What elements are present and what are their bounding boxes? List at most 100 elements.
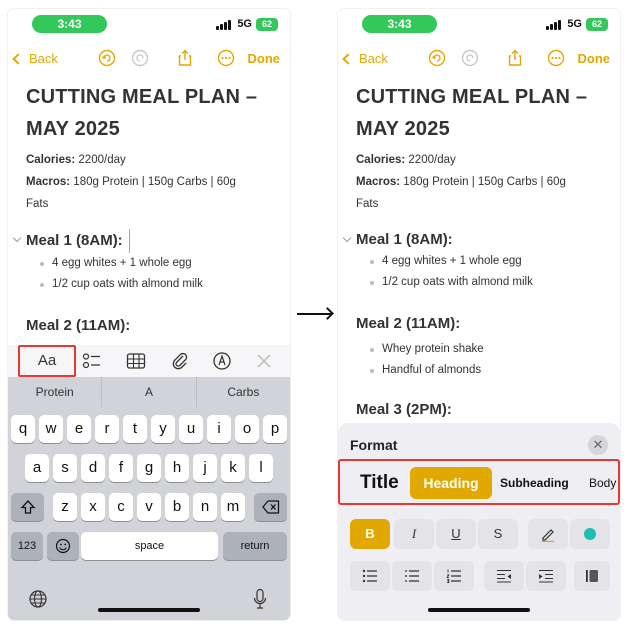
- transition-arrow: [297, 313, 331, 315]
- key-u[interactable]: u: [179, 415, 203, 443]
- close-format-button[interactable]: ✕: [588, 435, 608, 455]
- signal-icon: [546, 20, 561, 30]
- chevron-left-icon: [342, 52, 354, 65]
- attachment-icon[interactable]: [170, 351, 190, 371]
- style-body-button[interactable]: Body: [589, 467, 616, 499]
- share-icon[interactable]: [176, 49, 194, 67]
- key-f[interactable]: f: [109, 454, 133, 482]
- note-body[interactable]: CUTTING MEAL PLAN – MAY 2025 Calories: 22…: [12, 81, 280, 337]
- key-j[interactable]: j: [193, 454, 217, 482]
- key-c[interactable]: c: [109, 493, 133, 521]
- share-icon[interactable]: [506, 49, 524, 67]
- key-k[interactable]: k: [221, 454, 245, 482]
- microphone-icon[interactable]: [252, 588, 268, 610]
- key-z[interactable]: z: [53, 493, 77, 521]
- key-l[interactable]: l: [249, 454, 273, 482]
- key-x[interactable]: x: [81, 493, 105, 521]
- redo-icon[interactable]: [131, 49, 149, 67]
- key-e[interactable]: e: [67, 415, 91, 443]
- bullet-list-icon: [362, 569, 377, 583]
- numbered-list-button[interactable]: [434, 561, 474, 591]
- calories-line: Calories: 2200/day: [26, 154, 126, 166]
- key-m[interactable]: m: [221, 493, 245, 521]
- suggestion-item[interactable]: Carbs: [197, 377, 290, 407]
- key-w[interactable]: w: [39, 415, 63, 443]
- collapse-chevron-icon[interactable]: [342, 233, 352, 243]
- markup-icon[interactable]: [212, 351, 232, 371]
- comparison-stage: 3:43 5G 62 Back Done CUTTING MEAL PLAN –…: [0, 0, 628, 628]
- style-title-button[interactable]: Title: [360, 467, 399, 499]
- key-y[interactable]: y: [151, 415, 175, 443]
- block-quote-icon: [586, 570, 598, 582]
- strikethrough-button[interactable]: S: [478, 519, 518, 549]
- key-i[interactable]: i: [207, 415, 231, 443]
- network-label: 5G: [567, 18, 582, 30]
- redo-icon[interactable]: [461, 49, 479, 67]
- undo-icon[interactable]: [428, 49, 446, 67]
- note-body[interactable]: CUTTING MEAL PLAN – MAY 2025 Calories: 22…: [342, 81, 610, 421]
- outdent-button[interactable]: [484, 561, 524, 591]
- signal-icon: [216, 20, 231, 30]
- checklist-icon[interactable]: [82, 351, 102, 371]
- bold-button[interactable]: B: [350, 519, 390, 549]
- keyboard: Protein A Carbs q w e r t y u i o p a s …: [8, 377, 290, 620]
- meal2-heading: Meal 2 (11AM):: [26, 317, 131, 334]
- underline-button[interactable]: U: [436, 519, 476, 549]
- indent-icon: [539, 569, 553, 583]
- style-subheading-button[interactable]: Subheading: [500, 467, 569, 499]
- collapse-chevron-icon[interactable]: [12, 233, 22, 243]
- more-icon[interactable]: [217, 49, 235, 67]
- highlight-button[interactable]: [528, 519, 568, 549]
- key-b[interactable]: b: [165, 493, 189, 521]
- paragraph-style-row: Title Heading Subheading Body: [338, 459, 620, 505]
- status-bar: 3:43 5G 62: [8, 9, 290, 37]
- list-item: Handful of almonds: [370, 360, 610, 381]
- more-icon[interactable]: [547, 49, 565, 67]
- delete-key[interactable]: [254, 493, 287, 521]
- key-o[interactable]: o: [235, 415, 259, 443]
- list-item: 1/2 cup oats with almond milk: [40, 274, 280, 295]
- key-t[interactable]: t: [123, 415, 147, 443]
- table-icon[interactable]: [126, 351, 146, 371]
- key-p[interactable]: p: [263, 415, 287, 443]
- key-a[interactable]: a: [25, 454, 49, 482]
- key-q[interactable]: q: [11, 415, 35, 443]
- space-key[interactable]: space: [81, 532, 218, 560]
- shift-key[interactable]: [11, 493, 44, 521]
- globe-icon[interactable]: [28, 589, 48, 609]
- back-button[interactable]: Back: [12, 51, 58, 66]
- back-button[interactable]: Back: [342, 51, 388, 66]
- bulleted-list-button[interactable]: [350, 561, 390, 591]
- block-quote-button[interactable]: [574, 561, 610, 591]
- return-key[interactable]: return: [223, 532, 287, 560]
- text-format-button[interactable]: Aa: [18, 345, 76, 377]
- emoji-key[interactable]: [47, 532, 79, 560]
- undo-icon[interactable]: [98, 49, 116, 67]
- indent-button[interactable]: [526, 561, 566, 591]
- dashed-list-button[interactable]: [392, 561, 432, 591]
- list-item: 4 egg whites + 1 whole egg: [40, 253, 280, 274]
- done-button[interactable]: Done: [578, 51, 611, 66]
- suggestion-item[interactable]: Protein: [8, 377, 103, 407]
- note-title: CUTTING MEAL PLAN – MAY 2025: [26, 86, 258, 140]
- style-heading-button[interactable]: Heading: [410, 467, 492, 499]
- key-g[interactable]: g: [137, 454, 161, 482]
- network-label: 5G: [237, 18, 252, 30]
- home-indicator: [428, 608, 530, 612]
- key-d[interactable]: d: [81, 454, 105, 482]
- battery-icon: 62: [256, 18, 278, 31]
- macros-line: Macros: 180g Protein | 150g Carbs | 60g F…: [26, 176, 236, 210]
- italic-button[interactable]: I: [394, 519, 434, 549]
- key-s[interactable]: s: [53, 454, 77, 482]
- format-panel-title: Format: [350, 437, 398, 453]
- key-v[interactable]: v: [137, 493, 161, 521]
- color-button[interactable]: [570, 519, 610, 549]
- meal1-list: 4 egg whites + 1 whole egg 1/2 cup oats …: [370, 251, 610, 293]
- key-n[interactable]: n: [193, 493, 217, 521]
- key-h[interactable]: h: [165, 454, 189, 482]
- suggestion-item[interactable]: A: [102, 377, 197, 407]
- done-button[interactable]: Done: [248, 51, 281, 66]
- key-r[interactable]: r: [95, 415, 119, 443]
- close-icon[interactable]: [254, 351, 274, 371]
- numbers-key[interactable]: 123: [11, 532, 43, 560]
